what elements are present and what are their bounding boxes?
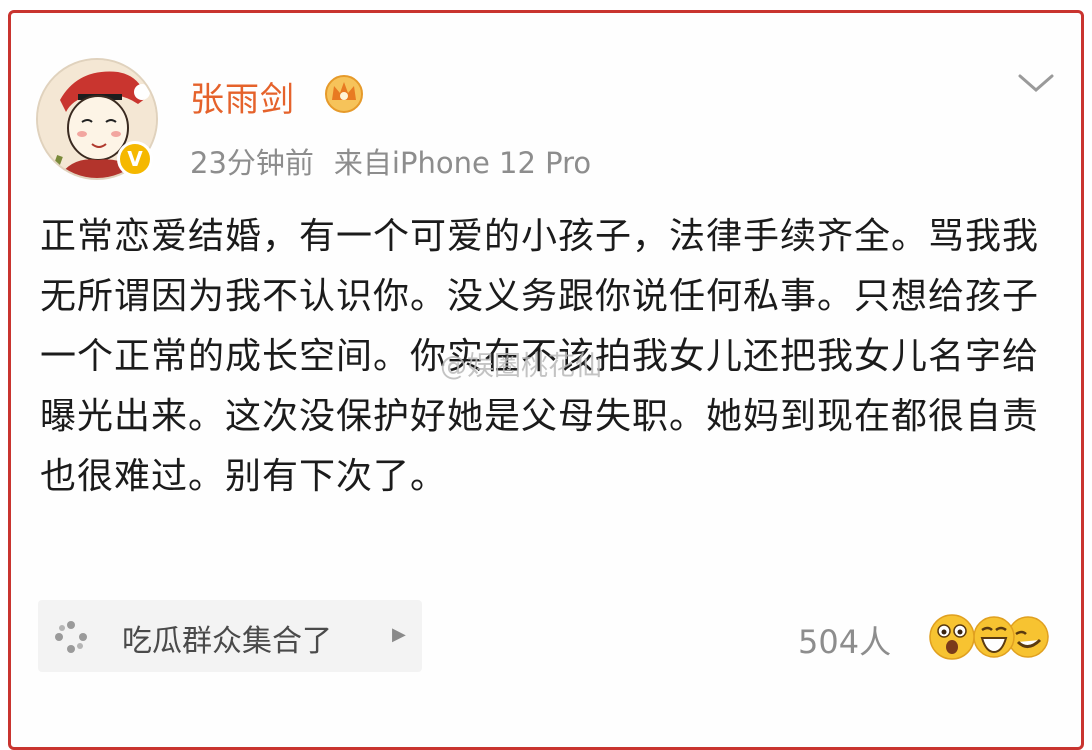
topic-chip[interactable]: 吃瓜群众集合了 ▶ [38,600,422,672]
post-time: 23分钟前 [190,146,314,180]
reaction-count[interactable]: 504人 [798,617,891,663]
shocked-face-icon [929,614,975,660]
post-meta: 23分钟前 来自iPhone 12 Pro [190,140,591,182]
sparkle-icon [55,621,87,653]
chevron-down-icon[interactable] [1016,68,1056,98]
watermark: @娱圈桃花仙 [440,351,602,382]
verified-v-icon: V [117,141,153,177]
laughing-face-icon [973,616,1015,658]
topic-label: 吃瓜群众集合了 [122,624,332,659]
reaction-emojis[interactable] [928,612,1054,662]
crown-badge-icon[interactable] [322,72,366,114]
post-source[interactable]: 来自iPhone 12 Pro [334,146,591,180]
author-name[interactable]: 张雨剑 [190,72,295,121]
play-arrow-icon: ▶ [392,624,406,645]
